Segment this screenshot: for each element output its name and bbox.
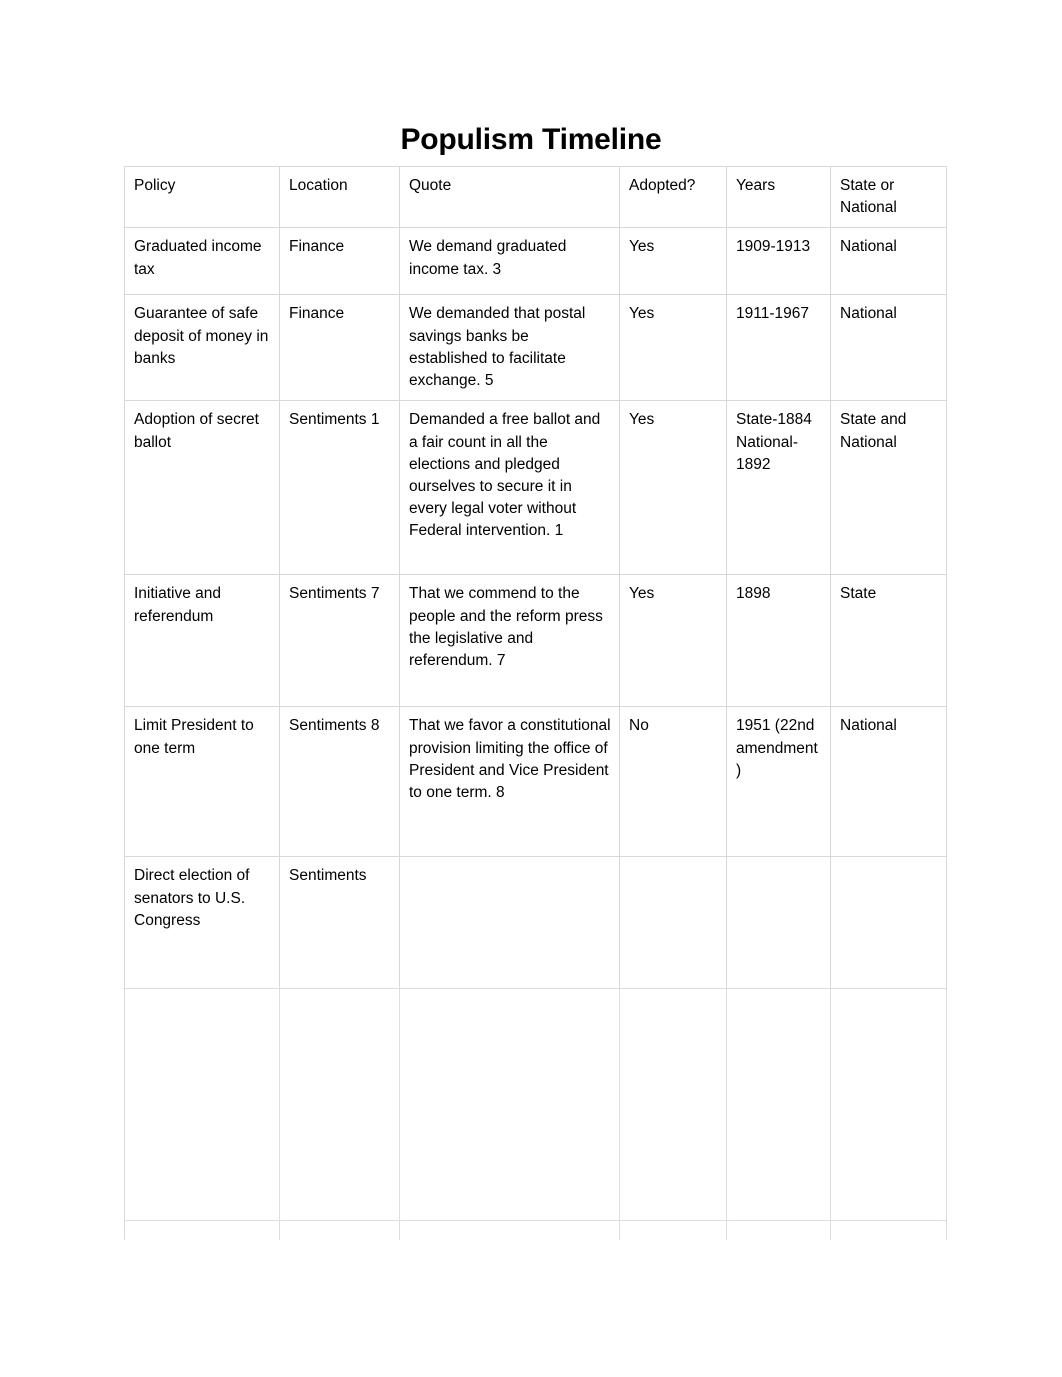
cell-adopted: No <box>619 706 727 858</box>
cell-scope <box>830 856 947 990</box>
page-title: Populism Timeline <box>400 123 662 156</box>
cell-policy: Initiative and referendum <box>124 574 280 708</box>
cell-location: Finance <box>279 294 400 402</box>
column-header-policy: Policy <box>124 165 280 229</box>
cell-location: Sentiments 7 <box>279 574 400 708</box>
cell-adopted: Yes <box>619 400 727 576</box>
cell-quote: Demanded a free ballot and a fair count … <box>399 400 620 576</box>
column-header-location: Location <box>279 165 400 229</box>
column-header-adopted: Adopted? <box>619 165 727 229</box>
cell-scope <box>830 1220 947 1269</box>
cell-quote: We demand graduated income tax. 3 <box>399 227 620 296</box>
cell-quote <box>399 988 620 1222</box>
cell-years <box>726 856 831 990</box>
cell-policy: Guarantee of safe deposit of money in ba… <box>124 294 280 402</box>
table-row: Graduated income tax Finance We demand g… <box>124 227 947 296</box>
cell-policy: Graduated income tax <box>124 227 280 296</box>
document-page: Populism Timeline Policy Location Quote … <box>0 0 1062 1377</box>
cell-scope: State and National <box>830 400 947 576</box>
cell-location: Sentiments <box>279 856 400 990</box>
cell-years <box>726 988 831 1222</box>
cell-location: Sentiments 8 <box>279 706 400 858</box>
cell-scope: State <box>830 574 947 708</box>
cell-scope: National <box>830 706 947 858</box>
table-row: Adoption of secret ballot Sentiments 1 D… <box>124 400 947 576</box>
table-row: Direct election of senators to U.S. Cong… <box>124 856 947 990</box>
table-row: Guarantee of safe deposit of money in ba… <box>124 294 947 402</box>
cell-location: Finance <box>279 227 400 296</box>
cell-policy: Limit President to one term <box>124 706 280 858</box>
table-container: Policy Location Quote Adopted? Years Sta… <box>124 165 947 1269</box>
cell-policy: Direct election of senators to U.S. Cong… <box>124 856 280 990</box>
column-header-quote: Quote <box>399 165 620 229</box>
cell-policy <box>124 1220 280 1269</box>
table-row <box>124 988 947 1222</box>
cell-adopted: Yes <box>619 574 727 708</box>
cell-adopted <box>619 856 727 990</box>
cell-years: 1951 (22nd amendment) <box>726 706 831 858</box>
cell-quote: We demanded that postal savings banks be… <box>399 294 620 402</box>
cell-policy: Adoption of secret ballot <box>124 400 280 576</box>
populism-timeline-table: Policy Location Quote Adopted? Years Sta… <box>124 165 947 1269</box>
cell-years: 1898 <box>726 574 831 708</box>
cell-adopted: Yes <box>619 294 727 402</box>
column-header-scope: State or National <box>830 165 947 229</box>
cell-quote <box>399 1220 620 1269</box>
cell-scope <box>830 988 947 1222</box>
cell-location <box>279 1220 400 1269</box>
table-row: Limit President to one term Sentiments 8… <box>124 706 947 858</box>
column-header-years: Years <box>726 165 831 229</box>
cell-quote <box>399 856 620 990</box>
cell-scope: National <box>830 227 947 296</box>
table-row <box>124 1220 947 1269</box>
cell-adopted <box>619 988 727 1222</box>
cell-location: Sentiments 1 <box>279 400 400 576</box>
cell-quote: That we commend to the people and the re… <box>399 574 620 708</box>
cell-policy <box>124 988 280 1222</box>
cell-adopted: Yes <box>619 227 727 296</box>
cell-quote: That we favor a constitutional provision… <box>399 706 620 858</box>
cell-years: 1911-1967 <box>726 294 831 402</box>
cell-years <box>726 1220 831 1269</box>
cell-years: 1909-1913 <box>726 227 831 296</box>
cell-years: State-1884 National-1892 <box>726 400 831 576</box>
table-header-row: Policy Location Quote Adopted? Years Sta… <box>124 165 947 229</box>
table-row: Initiative and referendum Sentiments 7 T… <box>124 574 947 708</box>
cell-adopted <box>619 1220 727 1269</box>
cell-scope: National <box>830 294 947 402</box>
cell-location <box>279 988 400 1222</box>
